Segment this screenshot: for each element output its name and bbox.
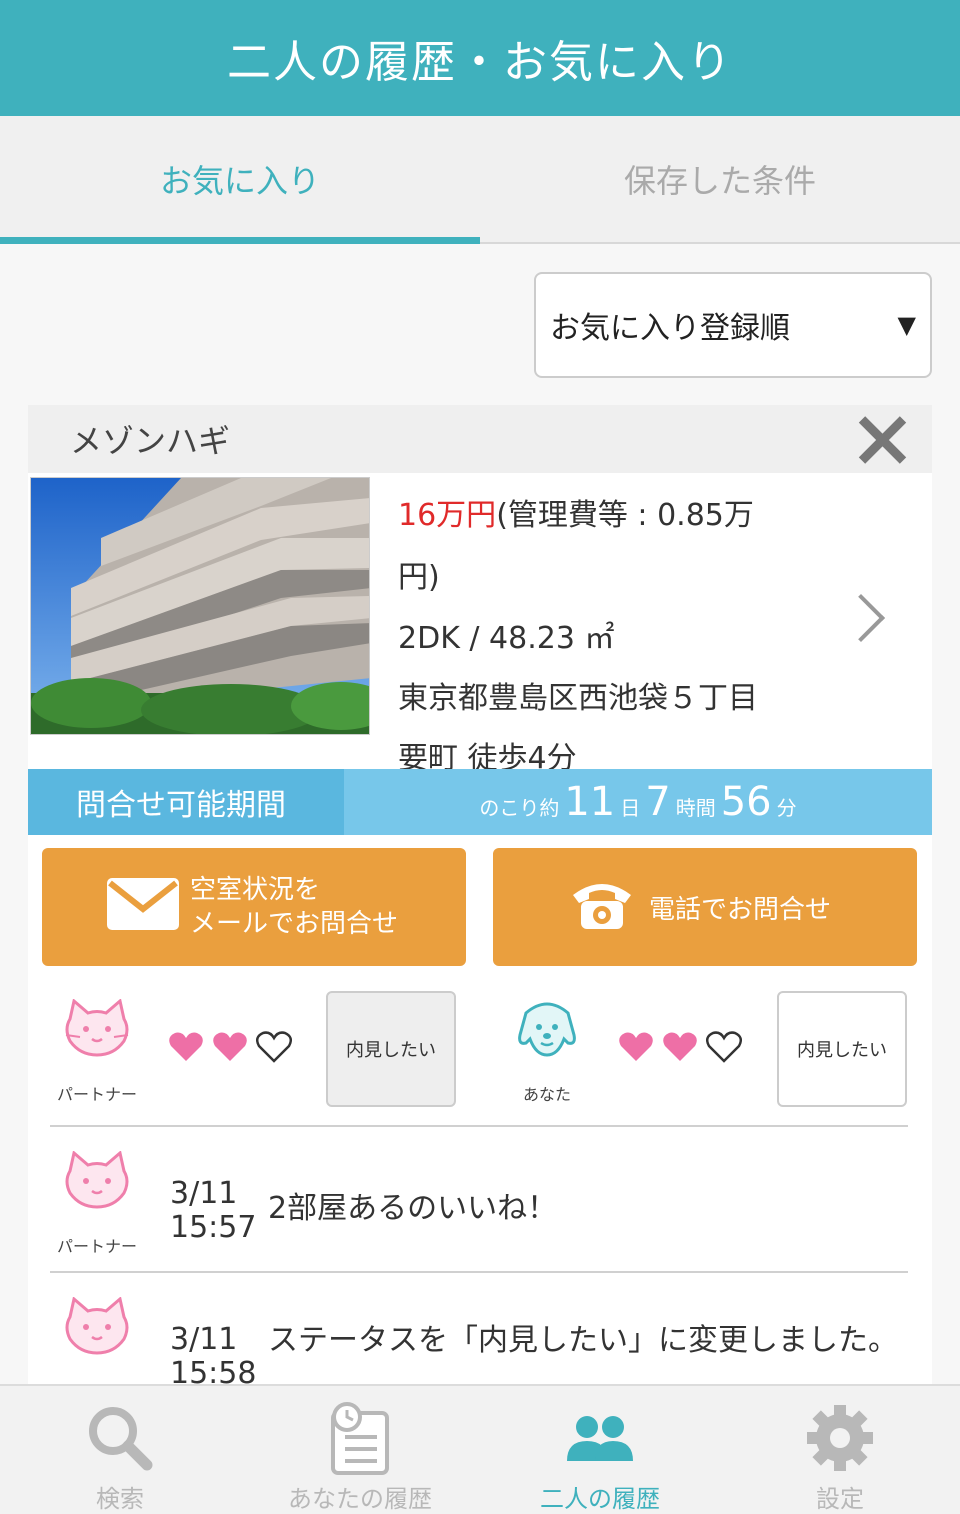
partner-status: パートナー — [42, 998, 152, 1105]
partner-label: パートナー — [56, 1085, 137, 1104]
remain-hours: 7 — [645, 779, 671, 825]
search-icon — [85, 1396, 155, 1479]
you-status: あなた — [492, 999, 602, 1105]
status-row: パートナー 内見したい あなた 内見したい — [28, 985, 932, 1125]
mail-icon — [106, 877, 180, 938]
message-item: パートナー 3/11 15:57 2部屋あるのいいね！ — [28, 1139, 932, 1279]
message-date: 3/11 — [170, 1176, 238, 1211]
remain-days-unit: 日 — [620, 796, 641, 820]
heart-filled-icon[interactable] — [618, 1031, 654, 1063]
gear-icon — [805, 1396, 875, 1479]
inquiry-period-bar: 問合せ可能期間 のこり約 11 日 7 時間 56 分 — [28, 769, 932, 835]
layout-area: 2DK / 48.23 ㎡ — [398, 621, 615, 656]
close-icon[interactable] — [854, 411, 910, 467]
visit-label: 内見したい — [797, 1040, 887, 1061]
you-label: あなた — [522, 1085, 571, 1104]
nav-settings[interactable]: 設定 — [720, 1386, 960, 1514]
cat-icon — [65, 998, 129, 1057]
phone-icon — [571, 877, 633, 938]
management-fee: (管理費等 : 0.85万 — [496, 498, 754, 533]
heart-filled-icon — [169, 1032, 203, 1061]
remain-minutes-unit: 分 — [776, 796, 797, 820]
tab-saved-conditions[interactable]: 保存した条件 — [480, 116, 960, 242]
listing-photo[interactable] — [30, 477, 370, 735]
caret-down-icon: ▼ — [897, 311, 916, 339]
building-photo-image — [31, 478, 369, 734]
listing-name: メゾンハギ — [70, 422, 231, 460]
nav-search[interactable]: 検索 — [0, 1386, 240, 1514]
listing-card: メゾンハギ 16万円(管理費等 : 0.85万 円) 2DK / 48.23 ㎡… — [28, 405, 932, 1405]
users-icon — [565, 1396, 635, 1479]
divider — [50, 1125, 908, 1127]
sort-select[interactable]: お気に入り登録順 ▼ — [534, 272, 932, 378]
heart-outline-icon — [256, 1031, 292, 1063]
message-text: ステータスを「内見したい」に変更しました。 — [268, 1323, 898, 1358]
management-fee-cont: 円) — [398, 560, 440, 595]
remain-days: 11 — [564, 779, 616, 825]
remain-hours-unit: 時間 — [675, 796, 716, 820]
nav-label: 二人の履歴 — [540, 1485, 660, 1513]
inquiry-period-label: 問合せ可能期間 — [28, 769, 344, 835]
message-clock: 15:57 — [170, 1210, 257, 1245]
nav-label: 検索 — [96, 1485, 144, 1513]
remain-prefix: のこり約 — [479, 796, 560, 820]
cat-icon — [65, 1150, 129, 1209]
address: 東京都豊島区西池袋５丁目 — [398, 681, 758, 716]
message-sender: パートナー — [42, 1150, 152, 1257]
visit-label: 内見したい — [346, 1040, 436, 1061]
tab-favorites[interactable]: お気に入り — [0, 116, 480, 244]
tab-label: 保存した条件 — [623, 162, 816, 200]
dog-icon — [518, 1002, 576, 1057]
tab-label: お気に入り — [159, 162, 320, 200]
rent-price: 16万円 — [398, 498, 497, 533]
mail-inquiry-button[interactable]: 空室状況を メールでお問合せ — [42, 848, 466, 966]
message-date: 3/11 — [170, 1322, 238, 1357]
message-time: 3/11 15:57 — [170, 1177, 256, 1245]
message-text: 2部屋あるのいいね！ — [268, 1191, 558, 1226]
nav-your-history[interactable]: あなたの履歴 — [240, 1386, 480, 1514]
page-header: 二人の履歴・お気に入り — [0, 0, 960, 116]
cat-icon — [65, 1296, 129, 1355]
page-title: 二人の履歴・お気に入り — [227, 37, 733, 88]
bottom-nav: 検索 あなたの履歴 二人の履歴 設定 — [0, 1384, 960, 1514]
message-time: 3/11 15:58 — [170, 1323, 256, 1391]
tab-bar: お気に入り 保存した条件 — [0, 116, 960, 244]
you-visit-button[interactable]: 内見したい — [777, 991, 907, 1107]
heart-outline-icon[interactable] — [706, 1031, 742, 1063]
remain-minutes: 56 — [720, 779, 772, 825]
listing-info[interactable]: 16万円(管理費等 : 0.85万 円) 2DK / 48.23 ㎡ 東京都豊島… — [398, 485, 838, 789]
remaining-time: のこり約 11 日 7 時間 56 分 — [344, 769, 932, 835]
nav-shared-history[interactable]: 二人の履歴 — [480, 1386, 720, 1514]
heart-filled-icon — [213, 1032, 247, 1061]
listing-title-bar: メゾンハギ — [28, 405, 932, 473]
chevron-right-icon[interactable] — [836, 593, 886, 643]
sender-label: パートナー — [56, 1237, 137, 1256]
phone-inquiry-button[interactable]: 電話でお問合せ — [493, 848, 917, 966]
you-hearts — [618, 1031, 742, 1063]
mail-button-line2: メールでお問合せ — [190, 909, 399, 939]
phone-button-label: 電話でお問合せ — [649, 894, 832, 925]
sort-selected-value: お気に入り登録順 — [550, 311, 790, 346]
nav-label: あなたの履歴 — [288, 1485, 432, 1513]
heart-filled-icon[interactable] — [662, 1031, 698, 1063]
partner-visit-button[interactable]: 内見したい — [326, 991, 456, 1107]
mail-button-line1: 空室状況を — [190, 875, 321, 905]
partner-hearts — [168, 1031, 292, 1063]
nav-label: 設定 — [816, 1485, 864, 1513]
history-icon — [325, 1396, 395, 1479]
price-line: 16万円(管理費等 : 0.85万 — [398, 485, 838, 547]
divider — [50, 1271, 908, 1273]
mail-button-text: 空室状況を メールでお問合せ — [190, 873, 398, 941]
